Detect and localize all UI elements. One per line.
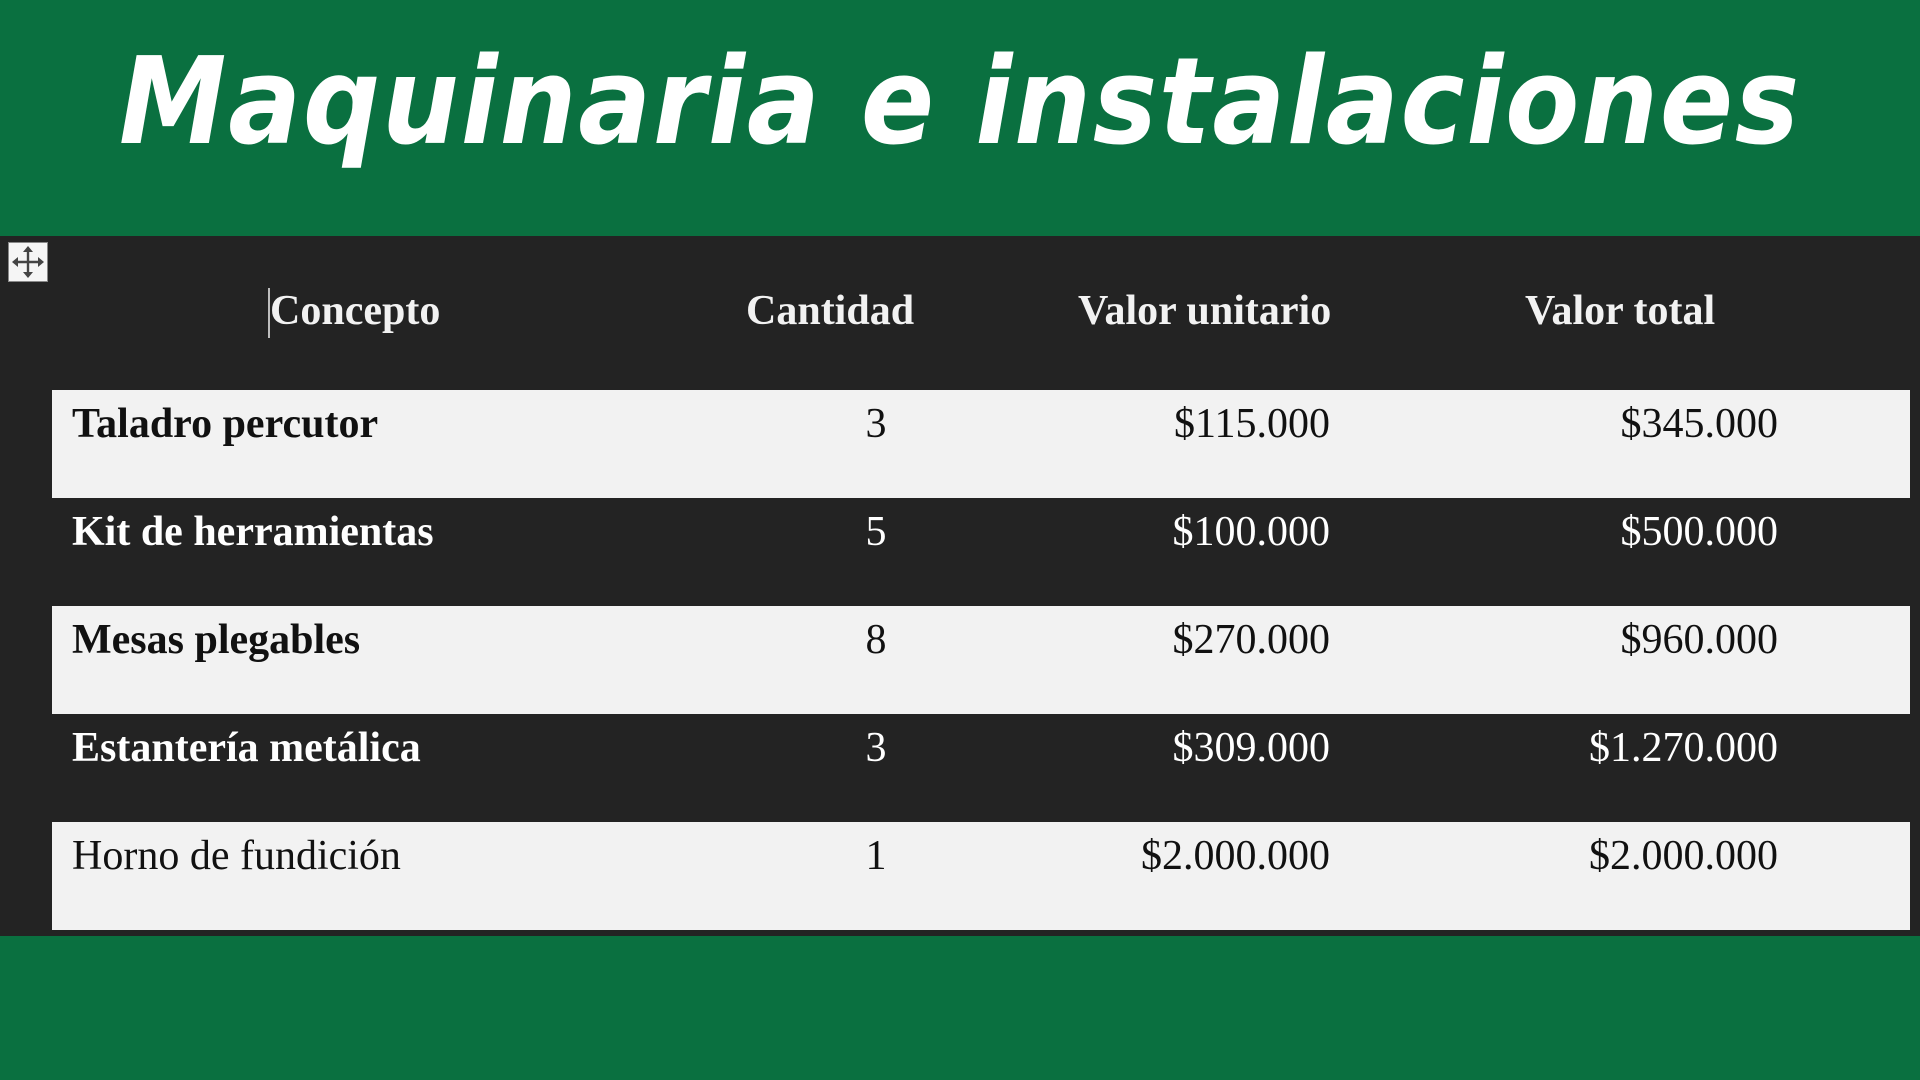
table-row: Taladro percutor 3 $115.000 $345.000	[52, 390, 1910, 498]
cell-unit-value: $100.000	[1172, 509, 1331, 555]
header-total-value: Valor total	[1525, 288, 1716, 334]
cell-total-value: $500.000	[1620, 509, 1779, 555]
table-row: Estantería metálica 3 $309.000 $1.270.00…	[52, 714, 1910, 822]
cell-total-value: $2.000.000	[1589, 833, 1778, 879]
header-quantity: Cantidad	[746, 288, 915, 334]
cell-unit-value: $115.000	[1174, 401, 1330, 447]
table-header-row: Concepto Cantidad Valor unitario Valor t…	[0, 276, 1920, 346]
table-row: Kit de herramientas 5 $100.000 $500.000	[52, 498, 1910, 606]
header-unit-value: Valor unitario	[1078, 288, 1332, 334]
cell-total-value: $345.000	[1620, 401, 1779, 447]
data-table: Concepto Cantidad Valor unitario Valor t…	[0, 236, 1920, 936]
cell-total-value: $960.000	[1620, 617, 1779, 663]
cell-quantity: 3	[865, 725, 887, 771]
cell-quantity: 5	[865, 509, 887, 555]
cell-total-value: $1.270.000	[1589, 725, 1778, 771]
cell-unit-value: $2.000.000	[1141, 833, 1330, 879]
cell-quantity: 8	[865, 617, 887, 663]
table-row: Mesas plegables 8 $270.000 $960.000	[52, 606, 1910, 714]
table-row: Horno de fundición 1 $2.000.000 $2.000.0…	[52, 822, 1910, 930]
cell-quantity: 3	[865, 401, 887, 447]
cell-unit-value: $309.000	[1172, 725, 1331, 771]
cell-unit-value: $270.000	[1172, 617, 1331, 663]
header-concept: Concepto	[270, 288, 441, 334]
cell-quantity: 1	[865, 833, 887, 879]
page: Maquinaria e instalaciones Concepto Cant…	[0, 0, 1920, 1080]
page-title: Maquinaria e instalaciones	[119, 33, 1801, 172]
